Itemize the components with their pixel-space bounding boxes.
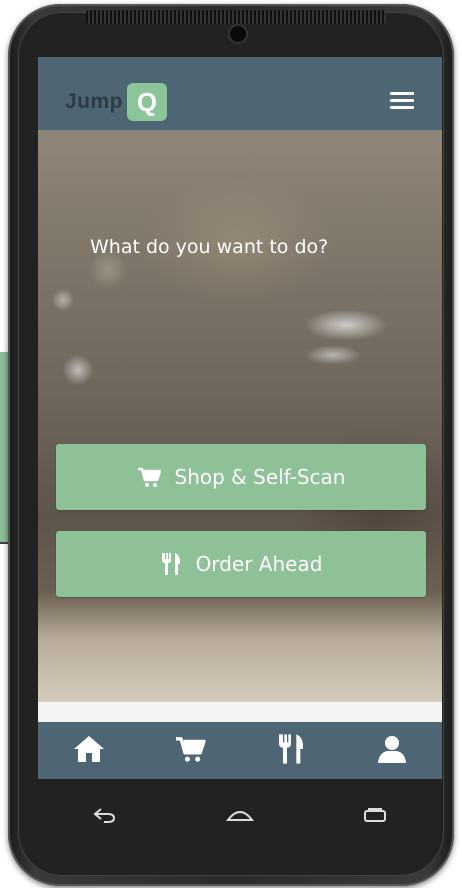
bottom-tab-bar: [38, 722, 442, 779]
back-icon[interactable]: [85, 800, 125, 830]
tab-profile[interactable]: [341, 722, 442, 779]
hamburger-menu-icon[interactable]: [390, 92, 414, 110]
home-icon: [73, 734, 105, 768]
shopping-cart-icon: [174, 735, 206, 767]
app-header: Jump Q: [38, 57, 442, 130]
tab-home[interactable]: [38, 722, 139, 779]
recent-apps-icon[interactable]: [355, 800, 395, 830]
order-ahead-label: Order Ahead: [195, 552, 323, 576]
fork-knife-icon: [276, 733, 306, 769]
tab-order[interactable]: [240, 722, 341, 779]
app-logo[interactable]: Jump Q: [65, 83, 168, 121]
tab-shop[interactable]: [139, 722, 240, 779]
user-icon: [377, 734, 407, 768]
home-icon[interactable]: [220, 800, 260, 830]
logo-badge: Q: [127, 83, 168, 121]
fork-knife-icon: [160, 552, 182, 576]
page-prompt: What do you want to do?: [90, 236, 329, 258]
front-camera: [230, 26, 246, 42]
app-screen: Jump Q What do you want to do? Shop & Se…: [38, 57, 442, 779]
system-navigation-bar: [38, 790, 442, 840]
order-ahead-button[interactable]: Order Ahead: [56, 531, 426, 597]
logo-text: Jump: [65, 90, 124, 113]
shop-self-scan-button[interactable]: Shop & Self-Scan: [56, 444, 426, 510]
content-bottom-strip: [38, 702, 442, 722]
shopping-cart-icon: [137, 466, 161, 488]
main-content: What do you want to do? Shop & Self-Scan: [38, 130, 442, 722]
shop-self-scan-label: Shop & Self-Scan: [174, 465, 346, 489]
earpiece-speaker: [86, 10, 386, 24]
